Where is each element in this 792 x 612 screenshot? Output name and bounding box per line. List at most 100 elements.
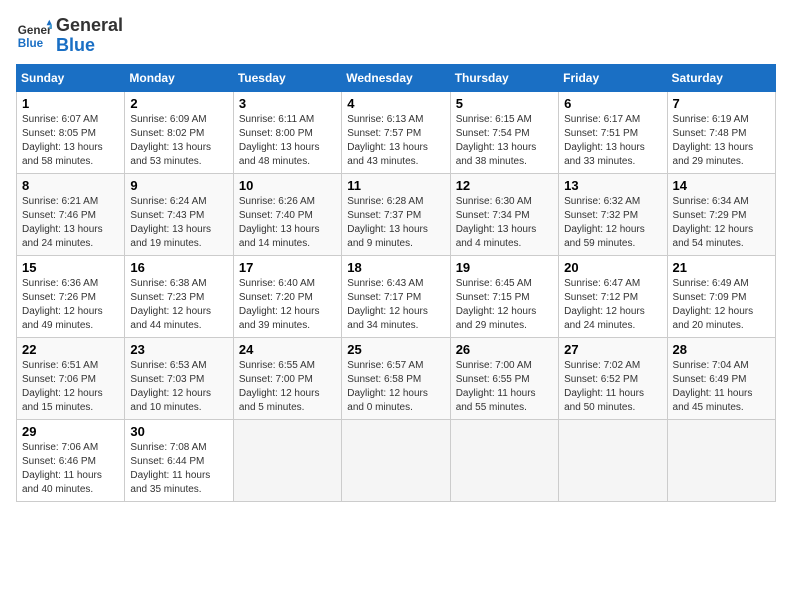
calendar-cell: 16 Sunrise: 6:38 AM Sunset: 7:23 PM Dayli…	[125, 255, 233, 337]
day-number: 6	[564, 96, 661, 111]
weekday-header: Monday	[125, 64, 233, 91]
logo-icon: General Blue	[16, 18, 52, 54]
calendar-cell: 7 Sunrise: 6:19 AM Sunset: 7:48 PM Daylig…	[667, 91, 775, 173]
weekday-header: Thursday	[450, 64, 558, 91]
calendar-cell	[342, 419, 450, 501]
day-number: 30	[130, 424, 227, 439]
weekday-header: Wednesday	[342, 64, 450, 91]
day-info: Sunrise: 6:45 AM Sunset: 7:15 PM Dayligh…	[456, 277, 553, 333]
day-number: 2	[130, 96, 227, 111]
day-info: Sunrise: 6:51 AM Sunset: 7:06 PM Dayligh…	[22, 359, 119, 415]
calendar-cell: 4Sunrise: 6:13 AM Sunset: 7:57 PM Daylig…	[342, 91, 450, 173]
calendar-cell: 9 Sunrise: 6:24 AM Sunset: 7:43 PM Daylig…	[125, 173, 233, 255]
day-number: 7	[673, 96, 770, 111]
calendar-week: 22 Sunrise: 6:51 AM Sunset: 7:06 PM Dayli…	[17, 337, 776, 419]
day-info: Sunrise: 6:07 AM Sunset: 8:05 PM Dayligh…	[22, 113, 119, 169]
day-number: 3	[239, 96, 336, 111]
day-number: 28	[673, 342, 770, 357]
day-number: 25	[347, 342, 444, 357]
day-number: 8	[22, 178, 119, 193]
calendar-table: SundayMondayTuesdayWednesdayThursdayFrid…	[16, 64, 776, 502]
day-info: Sunrise: 6:32 AM Sunset: 7:32 PM Dayligh…	[564, 195, 661, 251]
day-info: Sunrise: 6:55 AM Sunset: 7:00 PM Dayligh…	[239, 359, 336, 415]
day-info: Sunrise: 6:28 AM Sunset: 7:37 PM Dayligh…	[347, 195, 444, 251]
svg-text:General: General	[18, 24, 52, 37]
calendar-cell: 19 Sunrise: 6:45 AM Sunset: 7:15 PM Dayli…	[450, 255, 558, 337]
calendar-cell	[233, 419, 341, 501]
day-info: Sunrise: 6:26 AM Sunset: 7:40 PM Dayligh…	[239, 195, 336, 251]
calendar-cell: 20Sunrise: 6:47 AM Sunset: 7:12 PM Dayli…	[559, 255, 667, 337]
calendar-cell: 12 Sunrise: 6:30 AM Sunset: 7:34 PM Dayli…	[450, 173, 558, 255]
day-number: 16	[130, 260, 227, 275]
day-info: Sunrise: 6:47 AM Sunset: 7:12 PM Dayligh…	[564, 277, 661, 333]
day-number: 9	[130, 178, 227, 193]
day-info: Sunrise: 6:38 AM Sunset: 7:23 PM Dayligh…	[130, 277, 227, 333]
day-info: Sunrise: 7:00 AM Sunset: 6:55 PM Dayligh…	[456, 359, 553, 415]
day-number: 17	[239, 260, 336, 275]
calendar-cell: 11 Sunrise: 6:28 AM Sunset: 7:37 PM Dayli…	[342, 173, 450, 255]
weekday-header: Saturday	[667, 64, 775, 91]
day-number: 18	[347, 260, 444, 275]
day-info: Sunrise: 6:09 AM Sunset: 8:02 PM Dayligh…	[130, 113, 227, 169]
day-info: Sunrise: 6:30 AM Sunset: 7:34 PM Dayligh…	[456, 195, 553, 251]
day-number: 29	[22, 424, 119, 439]
day-info: Sunrise: 6:53 AM Sunset: 7:03 PM Dayligh…	[130, 359, 227, 415]
calendar-cell: 1 Sunrise: 6:07 AM Sunset: 8:05 PM Daylig…	[17, 91, 125, 173]
weekday-header: Tuesday	[233, 64, 341, 91]
day-number: 5	[456, 96, 553, 111]
day-number: 1	[22, 96, 119, 111]
logo: General Blue GeneralBlue	[16, 16, 123, 56]
calendar-cell: 13Sunrise: 6:32 AM Sunset: 7:32 PM Dayli…	[559, 173, 667, 255]
day-info: Sunrise: 6:15 AM Sunset: 7:54 PM Dayligh…	[456, 113, 553, 169]
calendar-cell: 10 Sunrise: 6:26 AM Sunset: 7:40 PM Dayli…	[233, 173, 341, 255]
calendar-cell: 23Sunrise: 6:53 AM Sunset: 7:03 PM Dayli…	[125, 337, 233, 419]
day-number: 4	[347, 96, 444, 111]
calendar-cell: 6 Sunrise: 6:17 AM Sunset: 7:51 PM Daylig…	[559, 91, 667, 173]
day-info: Sunrise: 7:06 AM Sunset: 6:46 PM Dayligh…	[22, 441, 119, 497]
day-info: Sunrise: 7:04 AM Sunset: 6:49 PM Dayligh…	[673, 359, 770, 415]
day-info: Sunrise: 7:02 AM Sunset: 6:52 PM Dayligh…	[564, 359, 661, 415]
day-info: Sunrise: 6:40 AM Sunset: 7:20 PM Dayligh…	[239, 277, 336, 333]
day-number: 24	[239, 342, 336, 357]
calendar-cell: 17 Sunrise: 6:40 AM Sunset: 7:20 PM Dayli…	[233, 255, 341, 337]
svg-text:Blue: Blue	[18, 37, 44, 50]
day-number: 15	[22, 260, 119, 275]
day-info: Sunrise: 6:57 AM Sunset: 6:58 PM Dayligh…	[347, 359, 444, 415]
calendar-week: 15Sunrise: 6:36 AM Sunset: 7:26 PM Dayli…	[17, 255, 776, 337]
calendar-cell: 15Sunrise: 6:36 AM Sunset: 7:26 PM Dayli…	[17, 255, 125, 337]
calendar-cell	[450, 419, 558, 501]
calendar-cell: 29 Sunrise: 7:06 AM Sunset: 6:46 PM Dayli…	[17, 419, 125, 501]
calendar-cell: 22 Sunrise: 6:51 AM Sunset: 7:06 PM Dayli…	[17, 337, 125, 419]
day-info: Sunrise: 6:34 AM Sunset: 7:29 PM Dayligh…	[673, 195, 770, 251]
calendar-cell: 21Sunrise: 6:49 AM Sunset: 7:09 PM Dayli…	[667, 255, 775, 337]
day-number: 22	[22, 342, 119, 357]
day-number: 21	[673, 260, 770, 275]
day-info: Sunrise: 6:19 AM Sunset: 7:48 PM Dayligh…	[673, 113, 770, 169]
calendar-week: 8 Sunrise: 6:21 AM Sunset: 7:46 PM Daylig…	[17, 173, 776, 255]
calendar-cell: 25 Sunrise: 6:57 AM Sunset: 6:58 PM Dayli…	[342, 337, 450, 419]
day-number: 26	[456, 342, 553, 357]
calendar-cell: 27 Sunrise: 7:02 AM Sunset: 6:52 PM Dayli…	[559, 337, 667, 419]
calendar-cell: 26 Sunrise: 7:00 AM Sunset: 6:55 PM Dayli…	[450, 337, 558, 419]
calendar-cell: 18 Sunrise: 6:43 AM Sunset: 7:17 PM Dayli…	[342, 255, 450, 337]
calendar-cell: 24 Sunrise: 6:55 AM Sunset: 7:00 PM Dayli…	[233, 337, 341, 419]
calendar-cell: 5 Sunrise: 6:15 AM Sunset: 7:54 PM Daylig…	[450, 91, 558, 173]
day-info: Sunrise: 6:43 AM Sunset: 7:17 PM Dayligh…	[347, 277, 444, 333]
calendar-cell	[667, 419, 775, 501]
logo-text: GeneralBlue	[56, 16, 123, 56]
day-info: Sunrise: 6:11 AM Sunset: 8:00 PM Dayligh…	[239, 113, 336, 169]
day-number: 27	[564, 342, 661, 357]
calendar-cell: 30Sunrise: 7:08 AM Sunset: 6:44 PM Dayli…	[125, 419, 233, 501]
weekday-header: Friday	[559, 64, 667, 91]
calendar-cell: 8 Sunrise: 6:21 AM Sunset: 7:46 PM Daylig…	[17, 173, 125, 255]
day-number: 14	[673, 178, 770, 193]
day-number: 19	[456, 260, 553, 275]
calendar-cell: 2 Sunrise: 6:09 AM Sunset: 8:02 PM Daylig…	[125, 91, 233, 173]
day-number: 11	[347, 178, 444, 193]
day-info: Sunrise: 6:24 AM Sunset: 7:43 PM Dayligh…	[130, 195, 227, 251]
calendar-cell: 3 Sunrise: 6:11 AM Sunset: 8:00 PM Daylig…	[233, 91, 341, 173]
day-info: Sunrise: 6:21 AM Sunset: 7:46 PM Dayligh…	[22, 195, 119, 251]
day-info: Sunrise: 6:17 AM Sunset: 7:51 PM Dayligh…	[564, 113, 661, 169]
day-number: 10	[239, 178, 336, 193]
day-number: 12	[456, 178, 553, 193]
